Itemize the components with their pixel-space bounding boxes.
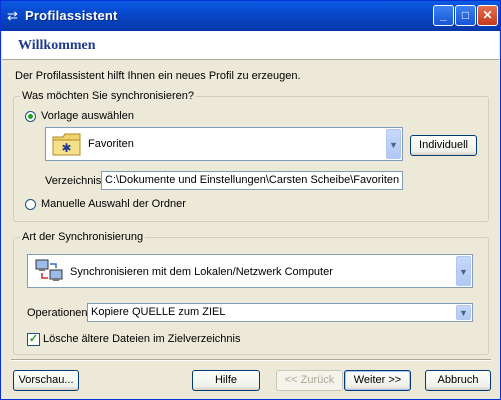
title-bar[interactable]: ⇄ Profilassistent _ □ ✕: [1, 1, 500, 31]
directory-field[interactable]: C:\Dokumente und Einstellungen\Carsten S…: [101, 171, 403, 190]
chevron-down-icon[interactable]: ▼: [456, 305, 471, 320]
sync-source-legend: Was möchten Sie synchronisieren?: [20, 90, 197, 102]
sync-type-value: Synchronisieren mit dem Lokalen/Netzwerk…: [70, 266, 333, 278]
page-title: Willkommen: [18, 38, 96, 53]
operations-value: Kopiere QUELLE zum ZIEL: [91, 306, 226, 318]
sync-type-combo[interactable]: Synchronisieren mit dem Lokalen/Netzwerk…: [27, 254, 473, 288]
intro-text: Der Profilassistent hilft Ihnen ein neue…: [15, 70, 301, 82]
network-computers-icon: [35, 259, 63, 281]
template-combo[interactable]: ✱ Favoriten ▼: [45, 127, 403, 161]
template-combo-value: Favoriten: [88, 138, 134, 150]
template-radio-label: Vorlage auswählen: [41, 110, 134, 122]
sync-arrows-icon: ⇄: [7, 8, 18, 23]
directory-label: Verzeichnis: [45, 175, 102, 187]
maximize-button[interactable]: □: [455, 5, 476, 26]
manual-radio[interactable]: [25, 199, 36, 210]
preview-button[interactable]: Vorschau...: [13, 370, 79, 391]
close-button[interactable]: ✕: [477, 5, 498, 26]
window-title: Profilassistent: [25, 8, 118, 23]
footer-divider: [11, 359, 491, 361]
svg-text:✱: ✱: [61, 141, 71, 155]
back-button[interactable]: << Zurück: [276, 370, 343, 391]
sync-type-legend: Art der Synchronisierung: [20, 231, 146, 243]
wizard-header: Willkommen: [2, 31, 499, 60]
cancel-button[interactable]: Abbruch: [425, 370, 491, 391]
manual-radio-label: Manuelle Auswahl der Ordner: [41, 198, 186, 210]
profile-wizard-window: ⇄ Profilassistent _ □ ✕ Willkommen Der P…: [0, 0, 501, 400]
operations-select[interactable]: Kopiere QUELLE zum ZIEL ▼: [87, 303, 473, 322]
custom-button[interactable]: Individuell: [410, 135, 477, 156]
template-radio[interactable]: [25, 111, 36, 122]
minimize-button[interactable]: _: [433, 5, 454, 26]
chevron-down-icon[interactable]: ▼: [386, 129, 401, 159]
favorites-folder-icon: ✱: [52, 133, 81, 156]
chevron-down-icon[interactable]: ▼: [456, 256, 471, 286]
next-button[interactable]: Weiter >>: [344, 370, 411, 391]
delete-old-files-label: Lösche ältere Dateien im Zielverzeichnis: [43, 333, 241, 345]
delete-old-files-checkbox[interactable]: ✓: [27, 333, 40, 346]
help-button[interactable]: Hilfe: [192, 370, 260, 391]
operations-label: Operationen: [27, 307, 88, 319]
